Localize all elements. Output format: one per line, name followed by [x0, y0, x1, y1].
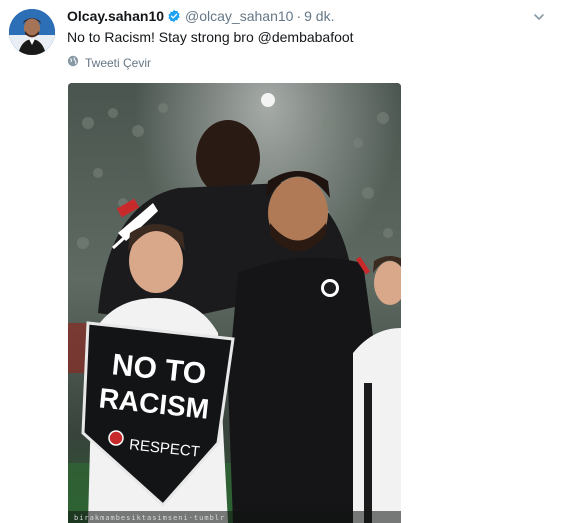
globe-icon — [67, 55, 85, 70]
photo-watermark: birakmambesiktasimseni·tumblr — [74, 514, 225, 522]
tweet-header: Olcay.sahan10 @olcay_sahan10 · 9 dk. — [67, 6, 334, 26]
tweet-text: No to Racism! Stay strong bro @dembabafo… — [67, 29, 354, 45]
tweet-photo[interactable]: NO TO RACISM RESPECT birakmambesiktasims… — [68, 83, 401, 523]
display-name[interactable]: Olcay.sahan10 — [67, 8, 164, 24]
tweet: Olcay.sahan10 @olcay_sahan10 · 9 dk. No … — [0, 0, 561, 523]
tweet-timestamp[interactable]: 9 dk. — [304, 8, 334, 24]
avatar[interactable] — [9, 9, 55, 55]
translate-tweet-link[interactable]: Tweeti Çevir — [67, 55, 151, 70]
verified-badge-icon — [167, 9, 181, 23]
chevron-down-icon[interactable] — [533, 10, 545, 22]
user-handle[interactable]: @olcay_sahan10 — [185, 8, 293, 24]
separator-dot: · — [296, 8, 302, 24]
translate-label: Tweeti Çevir — [85, 55, 152, 70]
